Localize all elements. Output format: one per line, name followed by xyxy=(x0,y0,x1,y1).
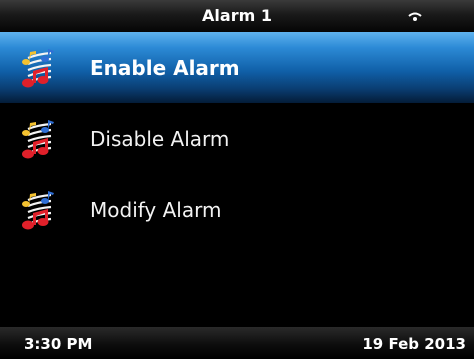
menu-item-disable-alarm[interactable]: Disable Alarm xyxy=(0,103,474,174)
menu-item-modify-alarm[interactable]: Modify Alarm xyxy=(0,174,474,245)
menu-item-label: Disable Alarm xyxy=(90,127,230,151)
status-time: 3:30 PM xyxy=(24,335,93,353)
alarm-menu: Enable Alarm Disable Alarm Modify Alarm xyxy=(0,32,474,245)
wifi-signal-icon xyxy=(408,12,422,21)
screen-title: Alarm 1 xyxy=(202,6,272,25)
menu-item-enable-alarm[interactable]: Enable Alarm xyxy=(0,32,474,103)
menu-item-label: Modify Alarm xyxy=(90,198,222,222)
menu-item-label: Enable Alarm xyxy=(90,56,240,80)
music-notes-icon xyxy=(18,191,58,231)
title-bar: Alarm 1 xyxy=(0,0,474,32)
status-date: 19 Feb 2013 xyxy=(362,335,466,353)
music-notes-icon xyxy=(18,49,58,89)
music-notes-icon xyxy=(18,120,58,160)
status-bar: 3:30 PM 19 Feb 2013 xyxy=(0,327,474,359)
